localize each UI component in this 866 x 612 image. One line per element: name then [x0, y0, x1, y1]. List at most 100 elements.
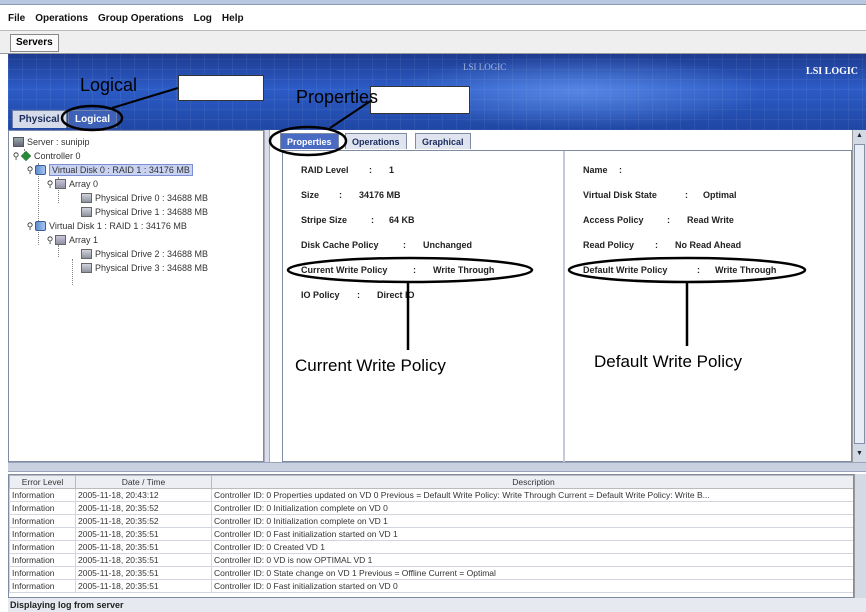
- prop-separator: :: [339, 190, 342, 200]
- annotation-logical: Logical: [80, 75, 138, 95]
- log-error-level: Information: [9, 488, 76, 502]
- prop-name-key: Name: [583, 165, 608, 175]
- log-description: Controller ID: 0 Initialization complete…: [211, 501, 853, 515]
- tree-item-label: Array 0: [69, 179, 99, 189]
- tab-logical[interactable]: Logical: [68, 110, 118, 128]
- vertical-splitter[interactable]: [264, 130, 270, 462]
- log-date-time: 2005-11-18, 20:35:51: [75, 566, 212, 580]
- log-date-time: 2005-11-18, 20:35:52: [75, 514, 212, 528]
- prop-virtual-disk-state-key: Virtual Disk State: [583, 190, 657, 200]
- prop-size-value: 34176 MB: [359, 190, 401, 200]
- tree-item-server[interactable]: Server : sunipip: [13, 135, 90, 149]
- prop-raid-level-value: 1: [389, 165, 395, 175]
- physical-drive-icon: [81, 263, 92, 273]
- annotation-box-properties: [370, 86, 470, 114]
- log-error-level: Information: [9, 553, 76, 567]
- table-row[interactable]: Information 2005-11-18, 20:35:51 Controlle…: [9, 527, 853, 541]
- tab-graphical-view[interactable]: Graphical View: [415, 133, 471, 163]
- log-error-level: Information: [9, 579, 76, 593]
- tree-expander-icon[interactable]: ⚲: [45, 179, 55, 190]
- scroll-down-icon[interactable]: ▼: [854, 448, 865, 460]
- table-row[interactable]: Information 2005-11-18, 20:35:52 Controlle…: [9, 514, 853, 528]
- log-error-level: Information: [9, 514, 76, 528]
- log-description: Controller ID: 0 Fast initialization sta…: [211, 527, 853, 541]
- prop-size-key: Size: [301, 190, 320, 200]
- tree-item-label: Virtual Disk 0 : RAID 1 : 34176 MB: [49, 164, 193, 176]
- tree-item-label: Server : sunipip: [27, 137, 90, 147]
- log-date-time: 2005-11-18, 20:35:51: [75, 579, 212, 593]
- toolbar: Servers: [0, 30, 866, 54]
- prop-separator: :: [619, 165, 622, 175]
- table-row[interactable]: Information 2005-11-18, 20:43:12 Controlle…: [9, 488, 853, 502]
- tree-item-label: Physical Drive 2 : 34688 MB: [95, 249, 209, 259]
- menu-bar: File Operations Group Operations Log Hel…: [0, 6, 866, 30]
- tab-properties[interactable]: Properties: [280, 133, 339, 149]
- tree-item-physical-drive-0[interactable]: Physical Drive 0 : 34688 MB: [81, 191, 208, 205]
- physical-drive-icon: [81, 193, 92, 203]
- scroll-up-icon[interactable]: ▲: [854, 130, 865, 142]
- tree-expander-icon[interactable]: ⚲: [25, 221, 35, 232]
- column-header-date-time[interactable]: Date / Time: [75, 475, 212, 489]
- prop-separator: :: [413, 265, 416, 275]
- logical-tree-panel: Server : sunipip ⚲ Controller 0 ⚲ Virtua…: [8, 130, 264, 462]
- prop-io-policy-value: Direct IO: [377, 290, 415, 300]
- column-divider: [563, 151, 565, 463]
- prop-separator: :: [685, 190, 688, 200]
- log-description: Controller ID: 0 State change on VD 1 Pr…: [211, 566, 853, 580]
- tree-expander-icon[interactable]: ⚲: [11, 151, 21, 162]
- table-row[interactable]: Information 2005-11-18, 20:35:52 Controlle…: [9, 501, 853, 515]
- annotation-current-write-policy: Current Write Policy: [295, 356, 446, 375]
- horizontal-splitter[interactable]: [8, 462, 866, 472]
- properties-scrollbar[interactable]: ▲ ▼: [852, 130, 866, 462]
- event-log-table: Error Level Date / Time Description Info…: [9, 475, 853, 593]
- prop-separator: :: [371, 215, 374, 225]
- table-row[interactable]: Information 2005-11-18, 20:35:51 Controlle…: [9, 566, 853, 580]
- table-row[interactable]: Information 2005-11-18, 20:35:51 Controlle…: [9, 540, 853, 554]
- column-header-description[interactable]: Description: [211, 475, 853, 489]
- log-error-level: Information: [9, 566, 76, 580]
- tree-item-physical-drive-1[interactable]: Physical Drive 1 : 34688 MB: [81, 205, 208, 219]
- table-row[interactable]: Information 2005-11-18, 20:35:51 Controlle…: [9, 579, 853, 593]
- tab-physical[interactable]: Physical: [12, 110, 67, 128]
- menu-log[interactable]: Log: [194, 13, 212, 24]
- prop-virtual-disk-state-value: Optimal: [703, 190, 737, 200]
- menu-group-operations[interactable]: Group Operations: [98, 13, 184, 24]
- prop-read-policy-key: Read Policy: [583, 240, 635, 250]
- prop-io-policy-key: IO Policy: [301, 290, 340, 300]
- banner-faint-logo: LSI LOGIC: [463, 62, 507, 72]
- servers-button[interactable]: Servers: [10, 34, 59, 52]
- tree-expander-icon[interactable]: ⚲: [25, 165, 35, 176]
- tree-item-label: Controller 0: [34, 151, 81, 161]
- tree-item-label: Virtual Disk 1 : RAID 1 : 34176 MB: [49, 221, 187, 231]
- tree-item-physical-drive-2[interactable]: Physical Drive 2 : 34688 MB: [81, 247, 208, 261]
- tree-item-virtual-disk-1[interactable]: ⚲ Virtual Disk 1 : RAID 1 : 34176 MB: [25, 219, 187, 233]
- annotation-properties: Properties: [296, 87, 379, 107]
- scrollbar-thumb[interactable]: [854, 144, 865, 444]
- prop-current-write-policy-value: Write Through: [433, 265, 495, 275]
- prop-disk-cache-policy-key: Disk Cache Policy: [301, 240, 379, 250]
- menu-file[interactable]: File: [8, 13, 25, 24]
- log-scrollbar[interactable]: [854, 474, 866, 598]
- tree-item-label: Physical Drive 1 : 34688 MB: [95, 207, 209, 217]
- tree-item-array-1[interactable]: ⚲ Array 1: [45, 233, 98, 247]
- log-date-time: 2005-11-18, 20:35:51: [75, 553, 212, 567]
- status-bar: Displaying log from server: [8, 598, 866, 612]
- tree-item-virtual-disk-0[interactable]: ⚲ Virtual Disk 0 : RAID 1 : 34176 MB: [25, 163, 193, 177]
- tab-operations[interactable]: Operations: [345, 133, 407, 149]
- tree-expander-icon[interactable]: ⚲: [45, 235, 55, 246]
- table-row[interactable]: Information 2005-11-18, 20:35:51 Controlle…: [9, 553, 853, 567]
- tree-item-physical-drive-3[interactable]: Physical Drive 3 : 34688 MB: [81, 261, 208, 275]
- prop-default-write-policy-key: Default Write Policy: [583, 265, 668, 275]
- tree-item-array-0[interactable]: ⚲ Array 0: [45, 177, 98, 191]
- prop-stripe-size-key: Stripe Size: [301, 215, 348, 225]
- column-header-error-level[interactable]: Error Level: [9, 475, 76, 489]
- annotation-default-write-policy: Default Write Policy: [594, 352, 743, 371]
- menu-help[interactable]: Help: [222, 13, 244, 24]
- prop-separator: :: [697, 265, 700, 275]
- tree-item-controller[interactable]: ⚲ Controller 0: [11, 149, 81, 163]
- menu-operations[interactable]: Operations: [35, 13, 88, 24]
- prop-separator: :: [357, 290, 360, 300]
- log-date-time: 2005-11-18, 20:35:51: [75, 527, 212, 541]
- virtual-disk-icon: [35, 221, 46, 231]
- log-date-time: 2005-11-18, 20:43:12: [75, 488, 212, 502]
